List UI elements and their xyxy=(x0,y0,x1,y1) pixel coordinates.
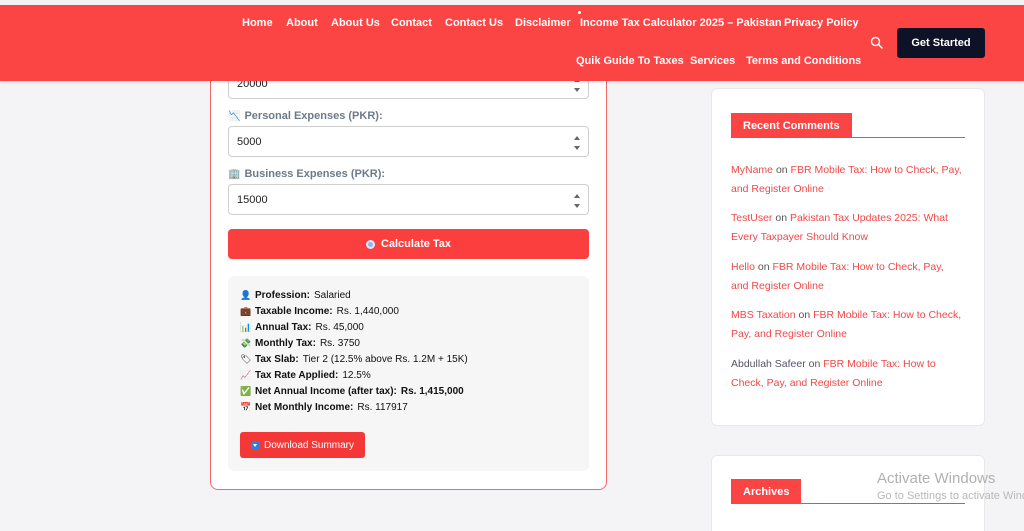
result-value: Tier 2 (12.5% above Rs. 1.2M + 15K) xyxy=(302,354,468,365)
magnifier-icon xyxy=(365,239,375,249)
result-label: Profession: xyxy=(255,290,311,301)
spinner-icon[interactable] xyxy=(574,136,580,150)
result-value: Salaried xyxy=(314,290,351,301)
nav-contact[interactable]: Contact xyxy=(391,17,432,29)
spinner-icon[interactable] xyxy=(574,194,580,208)
comment-author[interactable]: MyName xyxy=(731,164,773,176)
download-icon xyxy=(250,440,260,450)
archives-title: Archives xyxy=(731,479,802,504)
personal-expenses-value: 5000 xyxy=(237,135,262,148)
result-row-tax-rate: 📈 Tax Rate Applied: 12.5% xyxy=(240,370,371,381)
chart-decrease-icon: 📉 xyxy=(228,110,241,122)
result-label: Tax Rate Applied: xyxy=(255,370,339,381)
result-row-monthly-tax: 💸 Monthly Tax: Rs. 3750 xyxy=(240,338,360,349)
personal-expenses-label: 📉 Personal Expenses (PKR): xyxy=(228,110,383,122)
comment-author[interactable]: TestUser xyxy=(731,212,772,224)
comment-author[interactable]: MBS Taxation xyxy=(731,309,796,321)
nav-terms[interactable]: Terms and Conditions xyxy=(746,55,861,67)
calculate-tax-label: Calculate Tax xyxy=(380,238,452,250)
activate-windows-title: Activate Windows xyxy=(877,470,996,487)
activate-windows-subtitle: Go to Settings to activate Windows. xyxy=(877,490,1024,502)
result-label: Net Monthly Income: xyxy=(255,402,354,413)
tag-icon: 🏷 xyxy=(240,354,252,364)
comment-item: TestUser on Pakistan Tax Updates 2025: W… xyxy=(731,209,963,247)
personal-expenses-label-text: Personal Expenses (PKR): xyxy=(244,110,383,122)
nav-about[interactable]: About xyxy=(286,17,318,29)
result-value: Rs. 45,000 xyxy=(315,322,364,333)
nav-home[interactable]: Home xyxy=(242,17,273,29)
download-summary-label: Download Summary xyxy=(263,439,355,451)
comment-item: MBS Taxation on FBR Mobile Tax: How to C… xyxy=(731,306,963,344)
business-expenses-label-text: Business Expenses (PKR): xyxy=(244,168,386,180)
result-value: Rs. 117917 xyxy=(357,402,408,413)
result-label: Tax Slab: xyxy=(255,354,299,365)
result-label: Annual Tax: xyxy=(255,322,312,333)
business-expenses-input[interactable]: 15000 xyxy=(228,184,589,215)
result-row-profession: 👤 Profession: Salaried xyxy=(240,290,351,301)
result-value: Rs. 3750 xyxy=(319,338,360,349)
nav-disclaimer[interactable]: Disclaimer xyxy=(515,17,571,29)
nav-services[interactable]: Services xyxy=(690,55,735,67)
nav-income-tax-calculator[interactable]: Income Tax Calculator 2025 – Pakistan xyxy=(580,17,782,29)
result-summary-panel: 👤 Profession: Salaried 💼 Taxable Income:… xyxy=(228,276,589,471)
comment-author[interactable]: Hello xyxy=(731,261,755,273)
result-row-net-monthly: 📅 Net Monthly Income: Rs. 117917 xyxy=(240,402,408,413)
check-icon: ✅ xyxy=(240,386,252,396)
comment-on: on xyxy=(757,261,770,273)
personal-expenses-input[interactable]: 5000 xyxy=(228,126,589,157)
result-label: Net Annual Income (after tax): xyxy=(255,386,397,397)
comment-item: MyName on FBR Mobile Tax: How to Check, … xyxy=(731,161,963,199)
recent-comments-title: Recent Comments xyxy=(731,113,852,138)
result-row-tax-slab: 🏷 Tax Slab: Tier 2 (12.5% above Rs. 1.2M… xyxy=(240,354,468,365)
briefcase-icon: 💼 xyxy=(240,306,252,316)
bar-chart-icon: 📊 xyxy=(240,322,252,332)
download-summary-button[interactable]: Download Summary xyxy=(240,432,365,458)
result-value: Rs. 1,440,000 xyxy=(336,306,399,317)
business-expenses-label: 🏢 Business Expenses (PKR): xyxy=(228,168,385,180)
office-building-icon: 🏢 xyxy=(228,168,241,180)
search-icon[interactable] xyxy=(870,36,884,50)
comment-item: Abdullah Safeer on FBR Mobile Tax: How t… xyxy=(731,355,963,393)
result-label: Taxable Income: xyxy=(255,306,333,317)
nav-about-us[interactable]: About Us xyxy=(331,17,380,29)
result-row-taxable-income: 💼 Taxable Income: Rs. 1,440,000 xyxy=(240,306,399,317)
result-row-annual-tax: 📊 Annual Tax: Rs. 45,000 xyxy=(240,322,364,333)
nav-quik-guide[interactable]: Quik Guide To Taxes xyxy=(576,55,684,67)
comment-on: on xyxy=(775,212,788,224)
business-expenses-value: 15000 xyxy=(237,193,268,206)
nav-privacy-policy[interactable]: Privacy Policy xyxy=(784,17,859,29)
calendar-icon: 📅 xyxy=(240,402,252,412)
result-label: Monthly Tax: xyxy=(255,338,316,349)
comment-on: on xyxy=(808,358,821,370)
recent-comments-widget: Recent Comments MyName on FBR Mobile Tax… xyxy=(711,88,985,426)
comment-on: on xyxy=(775,164,788,176)
person-icon: 👤 xyxy=(240,290,252,300)
title-underline xyxy=(731,503,965,504)
comment-item: Hello on FBR Mobile Tax: How to Check, P… xyxy=(731,258,963,296)
result-value: 12.5% xyxy=(342,370,371,381)
title-underline xyxy=(731,137,965,138)
result-row-net-annual: ✅ Net Annual Income (after tax): Rs. 1,4… xyxy=(240,386,464,397)
chart-increase-icon: 📈 xyxy=(240,370,252,380)
site-header: Home About About Us Contact Contact Us D… xyxy=(0,5,1024,81)
comment-author: Abdullah Safeer xyxy=(731,358,806,370)
money-icon: 💸 xyxy=(240,338,252,348)
comment-on: on xyxy=(798,309,811,321)
nav-contact-us[interactable]: Contact Us xyxy=(445,17,503,29)
result-value: Rs. 1,415,000 xyxy=(400,386,464,397)
calculate-tax-button[interactable]: Calculate Tax xyxy=(228,229,589,259)
get-started-button[interactable]: Get Started xyxy=(897,28,985,58)
active-dot xyxy=(578,11,581,14)
